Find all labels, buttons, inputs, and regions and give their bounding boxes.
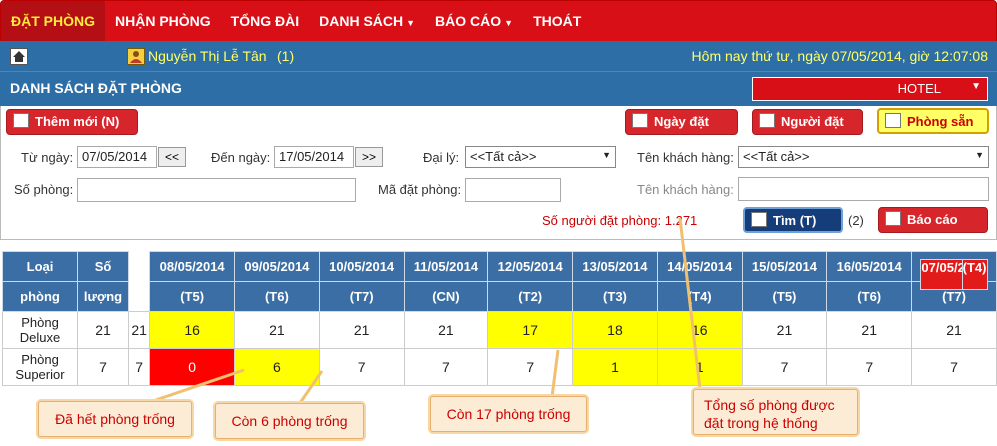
- callout-pointers: [130, 217, 705, 405]
- callout-pointer: [540, 349, 560, 399]
- callout-six-left: Còn 6 phòng trống: [215, 403, 364, 439]
- callout-seventeen-left: Còn 17 phòng trống: [430, 396, 587, 432]
- callout-pointer: [130, 368, 245, 404]
- callout-pointer: [285, 370, 324, 405]
- callout-pointer: [678, 217, 705, 391]
- callout-total-rooms: Tổng số phòng được đặt trong hệ thống: [693, 389, 858, 435]
- callout-sold-out: Đã hết phòng trống: [38, 401, 192, 437]
